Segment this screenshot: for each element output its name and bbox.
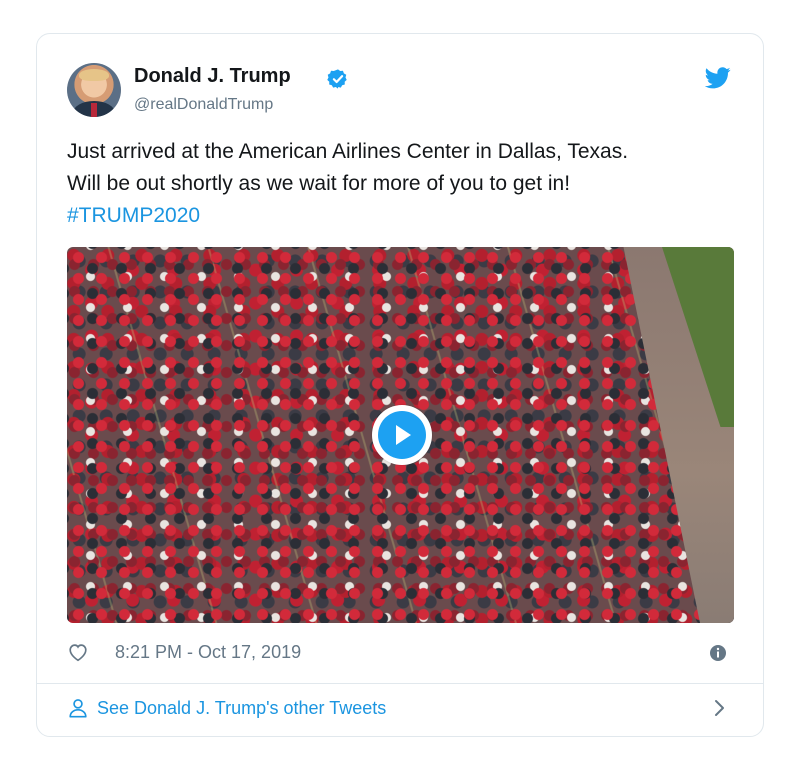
author-handle[interactable]: @realDonaldTrump [134, 96, 273, 114]
see-other-tweets-label[interactable]: See Donald J. Trump's other Tweets [97, 698, 386, 719]
person-icon [69, 699, 87, 718]
video-thumbnail[interactable] [67, 247, 734, 623]
author-name[interactable]: Donald J. Trump [134, 65, 291, 88]
avatar[interactable] [67, 63, 121, 117]
see-other-tweets-link[interactable]: See Donald J. Trump's other Tweets [67, 696, 386, 720]
tweet-timestamp[interactable]: 8:21 PM - Oct 17, 2019 [115, 642, 301, 663]
info-icon[interactable] [709, 644, 727, 662]
verified-badge-icon [327, 69, 347, 89]
hashtag-link[interactable]: #TRUMP2020 [67, 200, 727, 232]
tweet-meta: 8:21 PM - Oct 17, 2019 [67, 640, 301, 664]
tweet-card[interactable]: Donald J. Trump @realDonaldTrump Just ar… [36, 33, 764, 737]
tweet-text: Just arrived at the American Airlines Ce… [67, 136, 727, 232]
heart-icon[interactable] [67, 641, 89, 663]
twitter-bird-icon[interactable] [705, 67, 731, 89]
tweet-text-line1: Just arrived at the American Airlines Ce… [67, 140, 629, 163]
play-icon [396, 425, 411, 445]
chevron-right-icon[interactable] [711, 698, 727, 718]
divider [37, 683, 763, 684]
play-button[interactable] [372, 405, 432, 465]
tweet-text-line2: Will be out shortly as we wait for more … [67, 172, 571, 195]
